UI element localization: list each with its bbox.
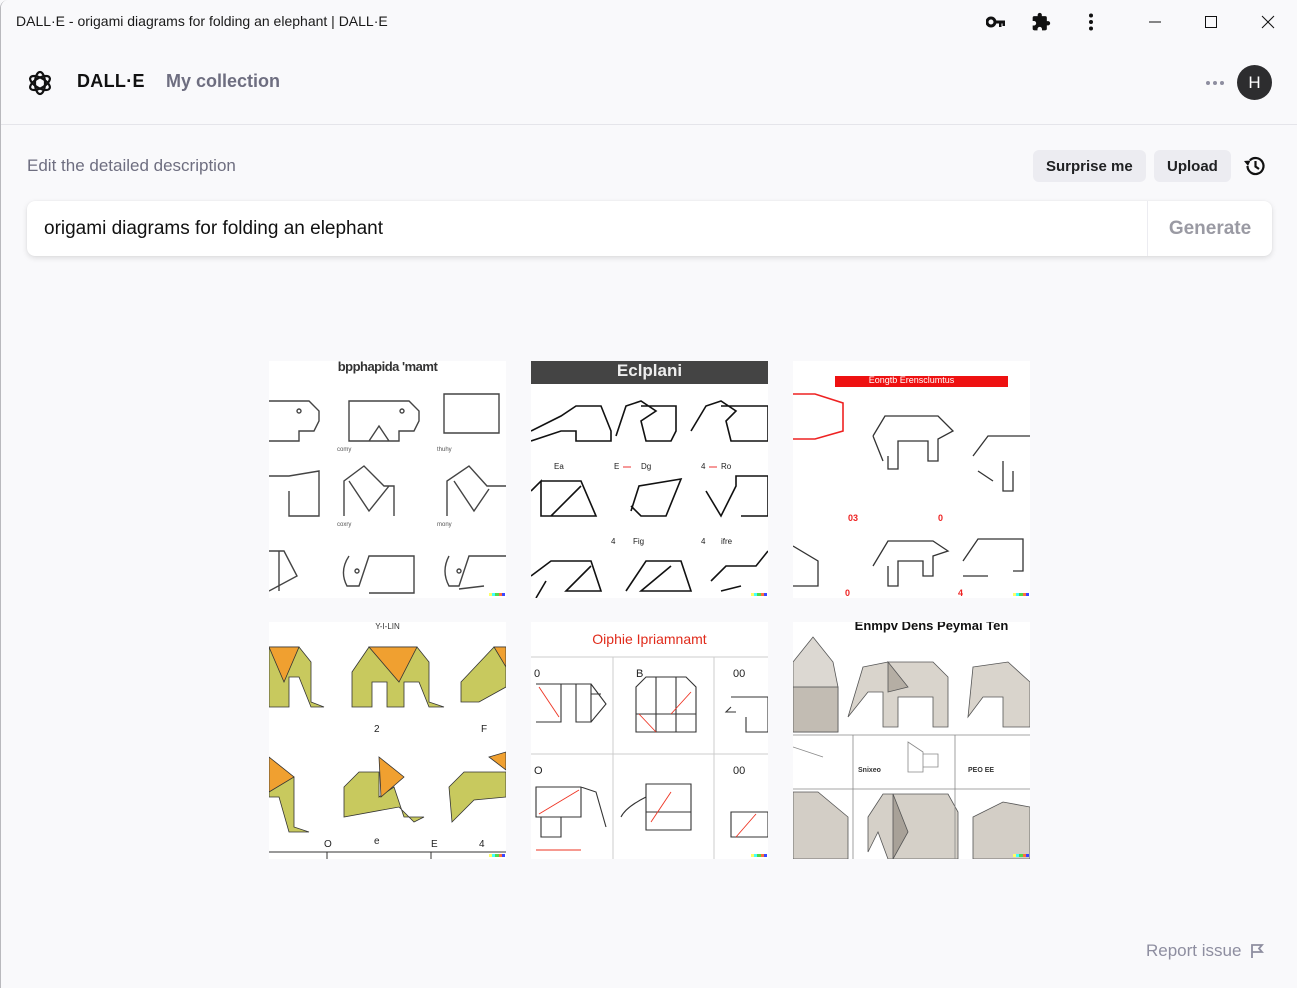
window-title: DALL·E - origami diagrams for folding an… (16, 13, 388, 29)
key-icon[interactable] (982, 8, 1010, 36)
result-image[interactable]: Oiphie Ipriamnamt 0 B 00 O 00 (531, 622, 768, 859)
surprise-me-button[interactable]: Surprise me (1033, 150, 1146, 182)
elephant-diagram-drawing: 03 0 0 4 (793, 393, 1030, 598)
generate-button[interactable]: Generate (1147, 201, 1272, 256)
result-image[interactable]: Eclplani Ea E Dg 4 Ro 4 Fig 4 ifre (531, 361, 768, 598)
result-image[interactable]: Enmpv Dens Peymai Ten Snixeo PEO EE (793, 622, 1030, 859)
title-bar: DALL·E - origami diagrams for folding an… (1, 0, 1297, 44)
svg-text:4: 4 (958, 588, 963, 598)
maximize-icon[interactable] (1197, 8, 1225, 36)
elephant-origami-illustration: Snixeo PEO EE (793, 636, 1030, 859)
image-caption: Y-I-LIN (375, 622, 400, 631)
app-window: DALL·E - origami diagrams for folding an… (0, 0, 1297, 988)
watermark-bar (751, 593, 768, 596)
svg-text:coxry: coxry (337, 522, 351, 528)
prompt-box: Generate (27, 201, 1272, 256)
openai-logo-icon[interactable] (25, 68, 55, 98)
svg-text:4: 4 (611, 537, 616, 546)
watermark-bar (751, 854, 768, 857)
result-image[interactable]: Y-I-LIN 2 F O e E 4 (269, 622, 506, 859)
elephant-diagram-drawing: comy thuhy coxry mony (269, 393, 506, 594)
svg-text:PEO EE: PEO EE (968, 767, 994, 774)
results-grid: bpphapida 'mamt comy thuhy coxry mony Ec… (269, 361, 1030, 859)
svg-text:03: 03 (848, 513, 858, 523)
watermark-bar (1013, 854, 1030, 857)
svg-text:mony: mony (437, 522, 452, 528)
image-caption: Eongtb Erensclumtus (868, 375, 955, 385)
result-image[interactable]: bpphapida 'mamt comy thuhy coxry mony (269, 361, 506, 598)
report-issue-label: Report issue (1146, 941, 1242, 960)
avatar[interactable]: H (1237, 65, 1272, 100)
svg-text:Dg: Dg (641, 462, 651, 471)
minimize-icon[interactable] (1141, 8, 1169, 36)
close-icon[interactable] (1254, 8, 1282, 36)
elephant-step-diagram: 0 B 00 O 00 (531, 656, 768, 859)
svg-text:Fig: Fig (633, 537, 644, 546)
svg-text:4: 4 (701, 462, 706, 471)
svg-text:thuhy: thuhy (437, 447, 452, 453)
svg-text:4: 4 (479, 839, 485, 850)
svg-text:2: 2 (374, 724, 380, 735)
svg-text:Ro: Ro (721, 462, 732, 471)
brand-name[interactable]: DALL·E (77, 71, 145, 92)
watermark-bar (1013, 593, 1030, 596)
svg-text:O: O (324, 839, 332, 850)
svg-text:e: e (374, 836, 380, 847)
upload-button[interactable]: Upload (1154, 150, 1231, 182)
nav-my-collection[interactable]: My collection (166, 71, 280, 92)
svg-text:0: 0 (534, 668, 540, 680)
elephant-origami-illustration: 2 F Oe E 4 (269, 646, 506, 859)
image-caption: bpphapida 'mamt (337, 361, 438, 374)
svg-text:ifre: ifre (721, 537, 733, 546)
watermark-bar (489, 593, 506, 596)
svg-text:B: B (636, 668, 643, 680)
svg-text:Ea: Ea (554, 462, 564, 471)
prompt-input[interactable] (27, 201, 1147, 256)
watermark-bar (489, 854, 506, 857)
image-caption: Enmpv Dens Peymai Ten (854, 622, 1009, 633)
kebab-icon[interactable] (1077, 8, 1105, 36)
svg-text:00: 00 (733, 765, 745, 777)
svg-text:Snixeo: Snixeo (858, 767, 881, 774)
svg-text:0: 0 (938, 513, 943, 523)
history-icon[interactable] (1241, 152, 1269, 180)
svg-text:0: 0 (845, 588, 850, 598)
svg-text:comy: comy (337, 447, 351, 453)
app-header: DALL·E My collection H (1, 44, 1297, 125)
elephant-diagram-drawing: Ea E Dg 4 Ro 4 Fig 4 ifre (531, 400, 768, 598)
result-image[interactable]: Eongtb Erensclumtus 03 0 0 4 (793, 361, 1030, 598)
report-issue-link[interactable]: Report issue (1146, 941, 1265, 961)
image-caption: Eclplani (616, 361, 683, 380)
svg-text:4: 4 (701, 537, 706, 546)
svg-text:O: O (534, 765, 543, 777)
flag-icon (1251, 944, 1265, 958)
svg-text:00: 00 (733, 668, 745, 680)
more-horizontal-icon[interactable] (1201, 72, 1229, 94)
svg-text:E: E (614, 462, 619, 471)
svg-text:E: E (431, 839, 438, 850)
puzzle-icon[interactable] (1027, 8, 1055, 36)
prompt-label: Edit the detailed description (27, 156, 236, 175)
image-caption: Oiphie Ipriamnamt (592, 631, 707, 647)
svg-text:F: F (481, 724, 487, 735)
